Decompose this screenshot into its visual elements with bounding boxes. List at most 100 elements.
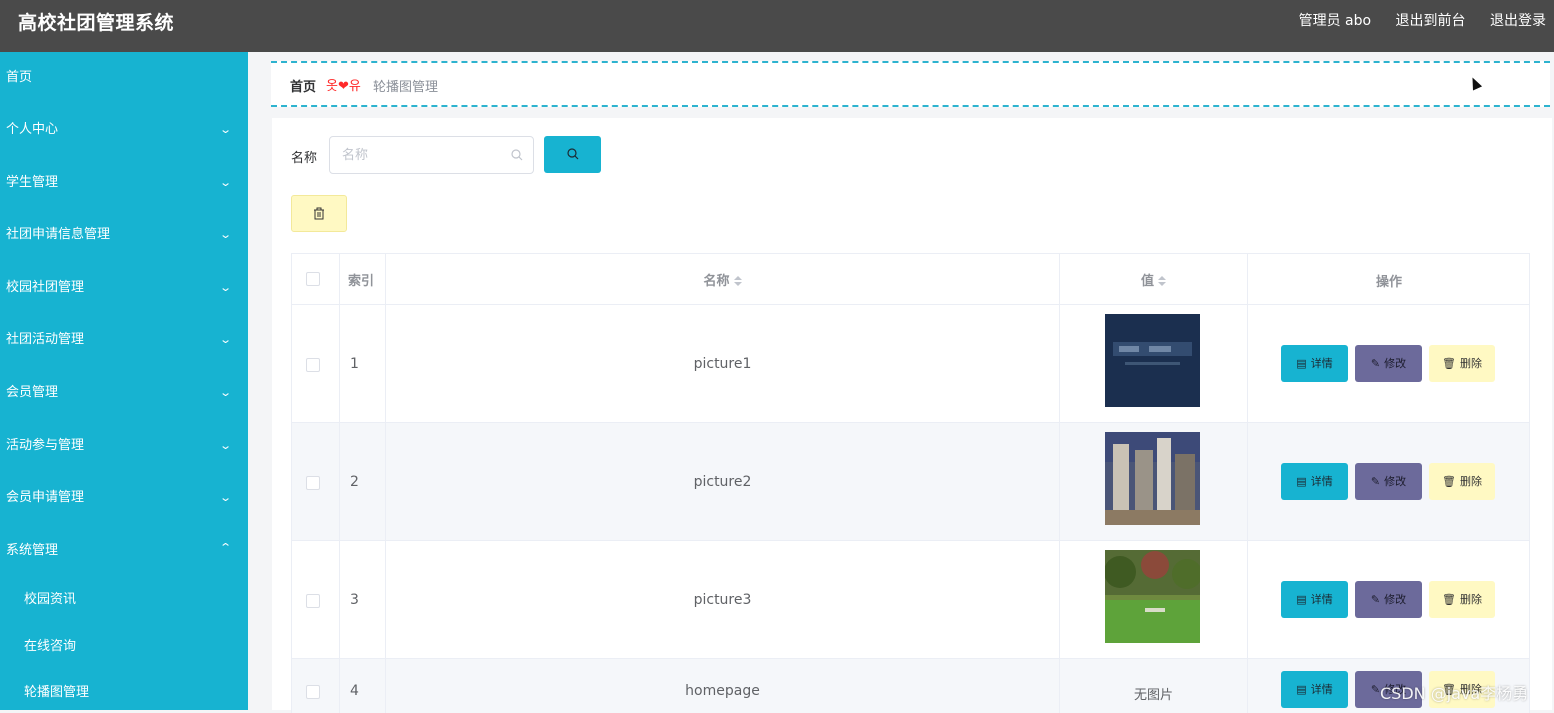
row-checkbox[interactable] [306, 594, 320, 608]
pencil-icon: ✎ [1370, 475, 1381, 488]
detail-button[interactable]: ▤ 详情 [1281, 463, 1348, 500]
row-name: picture1 [693, 356, 752, 372]
header-name-cell[interactable]: 名称 [386, 254, 1060, 304]
sort-icon[interactable] [733, 276, 742, 286]
sidebar-item-label: 社团活动管理 [6, 332, 85, 348]
table-row: 4 homepage 无图片 ▤ 详情 ✎ 修改 🗑 删除 [292, 659, 1529, 713]
header-actions-cell: 操作 [1248, 254, 1529, 304]
row-index: 4 [350, 683, 359, 699]
sidebar-item-label: 系统管理 [6, 542, 59, 558]
search-icon [567, 148, 579, 160]
detail-button[interactable]: ▤ 详情 [1281, 581, 1348, 618]
header-value: 值 [1140, 274, 1154, 289]
table-row: 2 picture2 ▤ 详情 ✎ 修改 🗑 删除 [292, 423, 1529, 541]
breadcrumb-home[interactable]: 首页 [290, 76, 316, 95]
carousel-thumbnail-image [1105, 314, 1200, 407]
chevron-down-icon: ⌄ [218, 228, 232, 242]
sort-icon[interactable] [1158, 276, 1166, 286]
breadcrumb-current: 轮播图管理 [373, 80, 439, 95]
sidebar-item-label: 个人中心 [6, 122, 59, 137]
sidebar-item-label: 校园社团管理 [6, 279, 85, 295]
chevron-down-icon: ⌄ [218, 438, 232, 452]
pencil-icon: ✎ [1370, 593, 1381, 606]
sidebar-item-member-applications[interactable]: 会员申请管理 ⌄ [0, 472, 248, 525]
row-checkbox[interactable] [306, 476, 320, 490]
exit-to-front-link[interactable]: 退出到前台 [1396, 13, 1466, 29]
sidebar-item-members[interactable]: 会员管理 ⌄ [0, 367, 248, 420]
search-label: 名称 [291, 151, 318, 166]
row-index: 1 [350, 356, 359, 372]
sidebar-item-label: 活动参与管理 [6, 437, 85, 453]
chevron-down-icon: ⌄ [218, 123, 232, 136]
row-name: picture3 [693, 592, 752, 608]
batch-delete-button[interactable] [291, 195, 347, 232]
document-icon: ▤ [1296, 475, 1307, 488]
delete-button[interactable]: 🗑 删除 [1429, 345, 1495, 382]
content-panel: 名称 索引 名称 值 操作 1 [272, 118, 1552, 713]
sidebar-item-label: 社团申请信息管理 [6, 227, 111, 243]
chevron-down-icon: ⌄ [218, 175, 232, 189]
header-actions: 操作 [1375, 275, 1402, 290]
pencil-icon: ✎ [1370, 357, 1381, 370]
search-button[interactable] [544, 136, 601, 173]
delete-button[interactable]: 🗑 删除 [1429, 581, 1495, 618]
breadcrumb: 首页 옷❤유 轮播图管理 [271, 61, 1550, 107]
sidebar-item-club-applications[interactable]: 社团申请信息管理 ⌄ [0, 209, 248, 262]
sidebar-item-label: 学生管理 [6, 174, 59, 190]
sidebar-subitem-campus-news[interactable]: 校园资讯 [0, 577, 248, 624]
detail-button[interactable]: ▤ 详情 [1281, 345, 1348, 382]
sidebar-item-students[interactable]: 学生管理 ⌄ [0, 157, 248, 210]
search-field[interactable] [329, 136, 534, 174]
delete-button[interactable]: 🗑 删除 [1429, 463, 1495, 500]
header-name: 名称 [703, 274, 730, 289]
sidebar-subitem-online-consult[interactable]: 在线咨询 [0, 624, 248, 671]
chevron-down-icon: ⌄ [218, 280, 232, 294]
trash-icon: 🗑 [1442, 357, 1456, 370]
row-name: picture2 [693, 474, 752, 490]
trash-icon [314, 207, 324, 220]
logout-link[interactable]: 退出登录 [1490, 13, 1546, 29]
search-input[interactable] [342, 145, 502, 165]
search-icon [511, 149, 523, 161]
edit-button[interactable]: ✎ 修改 [1355, 345, 1422, 382]
trash-icon: 🗑 [1442, 475, 1456, 488]
sidebar-item-label: 会员申请管理 [6, 490, 85, 506]
chevron-down-icon: ⌄ [218, 491, 232, 505]
row-checkbox[interactable] [306, 685, 320, 699]
document-icon: ▤ [1296, 357, 1307, 370]
top-header: 高校社团管理系统 管理员 abo 退出到前台 退出登录 [0, 0, 1554, 52]
sidebar-subitem-carousel[interactable]: 轮播图管理 [0, 670, 248, 710]
sidebar-item-personal-center[interactable]: 个人中心 ⌄ [0, 104, 248, 157]
sidebar-item-activity-participation[interactable]: 活动参与管理 ⌄ [0, 420, 248, 473]
detail-button[interactable]: ▤ 详情 [1281, 671, 1348, 708]
table-header-row: 索引 名称 值 操作 [292, 254, 1529, 305]
sidebar-item-label: 首页 [6, 70, 33, 85]
header-actions: 管理员 abo 退出到前台 退出登录 [1279, 10, 1546, 30]
pencil-icon: ✎ [1370, 683, 1381, 696]
table-row: 1 picture1 ▤ 详情 ✎ 修改 🗑 删除 [292, 305, 1529, 423]
chevron-down-icon: ⌄ [218, 333, 232, 347]
sidebar-item-system[interactable]: 系统管理 ⌃ [0, 525, 248, 578]
current-user-label: 管理员 abo [1298, 13, 1372, 29]
row-index: 3 [350, 592, 359, 608]
select-all-checkbox[interactable] [306, 272, 320, 286]
row-index: 2 [350, 474, 359, 490]
edit-button[interactable]: ✎ 修改 [1355, 581, 1422, 618]
no-image-text: 无图片 [1133, 688, 1173, 703]
carousel-thumbnail-image [1105, 550, 1200, 643]
row-checkbox[interactable] [306, 358, 320, 372]
chevron-down-icon: ⌄ [218, 385, 232, 399]
table-row: 3 picture3 ▤ 详情 ✎ 修改 🗑 删除 [292, 541, 1529, 659]
sidebar-menu: 首页 个人中心 ⌄ 学生管理 ⌄ 社团申请信息管理 ⌄ 校园社团管理 ⌄ 社团活动管理 ⌄… [0, 52, 248, 710]
row-name: homepage [685, 683, 760, 699]
sidebar-subitem-label: 在线咨询 [24, 638, 77, 654]
header-value-cell[interactable]: 值 [1060, 254, 1248, 304]
sidebar-item-label: 会员管理 [6, 384, 59, 400]
edit-button[interactable]: ✎ 修改 [1355, 463, 1422, 500]
sidebar-item-home[interactable]: 首页 [0, 52, 248, 104]
sidebar-item-campus-clubs[interactable]: 校园社团管理 ⌄ [0, 262, 248, 315]
trash-icon: 🗑 [1442, 593, 1456, 606]
sidebar-subitem-label: 轮播图管理 [24, 685, 90, 701]
sidebar-item-club-activities[interactable]: 社团活动管理 ⌄ [0, 314, 248, 367]
carousel-table: 索引 名称 值 操作 1 picture1 ▤ 详情 ✎ 修改 🗑 删除 2 p… [291, 253, 1530, 713]
